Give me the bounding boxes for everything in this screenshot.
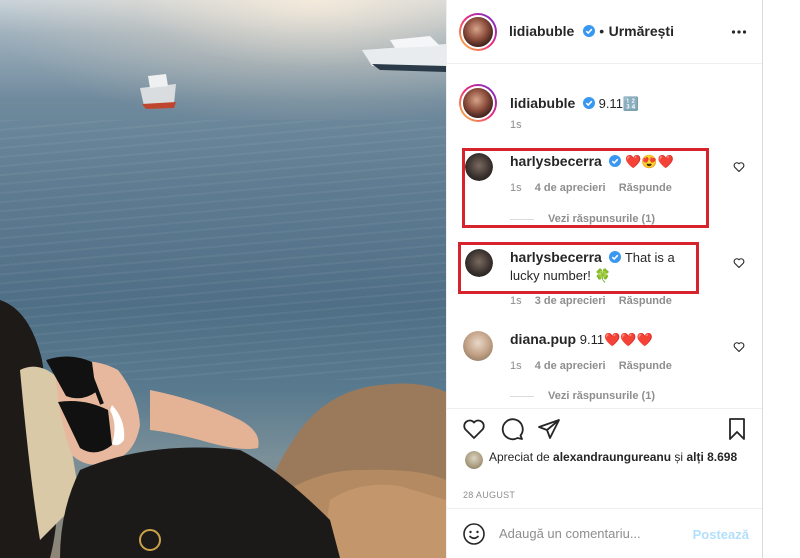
caption-avatar[interactable] bbox=[459, 84, 497, 122]
comment-likes[interactable]: 3 de aprecieri bbox=[535, 295, 606, 307]
liked-by-prefix: Apreciat de bbox=[489, 450, 550, 464]
comment-meta: 1s 3 de aprecieri Răspunde bbox=[510, 295, 672, 307]
comment-item: diana.pup 9.11❤️❤️❤️ 1s 4 de aprecieri R… bbox=[459, 327, 759, 407]
view-replies-label: Vezi răspunsurile (1) bbox=[548, 390, 655, 402]
comment-text-line: diana.pup 9.11❤️❤️❤️ bbox=[510, 330, 653, 349]
caption-username[interactable]: lidiabuble bbox=[510, 95, 575, 111]
comment-text: 9.11❤️❤️❤️ bbox=[579, 332, 653, 347]
comments-list[interactable]: lidiabuble 9.11🔢 1s harlysbecerra ❤️😍❤️ … bbox=[447, 65, 763, 407]
post-date[interactable]: 28 AUGUST bbox=[463, 490, 515, 500]
heart-icon[interactable] bbox=[733, 341, 745, 353]
smiley-icon[interactable] bbox=[462, 522, 486, 546]
add-comment-bar: Postează bbox=[447, 508, 763, 558]
verified-badge-icon bbox=[582, 25, 595, 37]
caption-text-line: lidiabuble 9.11🔢 bbox=[510, 94, 639, 113]
comment-likes[interactable]: 4 de aprecieri bbox=[535, 360, 606, 372]
caption-time[interactable]: 1s bbox=[510, 119, 522, 131]
bookmark-icon[interactable] bbox=[725, 417, 749, 441]
caption: lidiabuble 9.11🔢 1s bbox=[459, 84, 759, 144]
highlight-box bbox=[462, 148, 709, 228]
view-replies-button[interactable]: Vezi răspunsurile (1) bbox=[510, 390, 655, 402]
comment-icon[interactable] bbox=[500, 417, 524, 441]
comment-time[interactable]: 1s bbox=[510, 360, 522, 372]
liked-by-suffix: și bbox=[674, 450, 684, 464]
header-user-line: lidiabuble • Urmărești bbox=[509, 23, 674, 41]
heart-icon[interactable] bbox=[733, 257, 745, 269]
heart-icon[interactable] bbox=[733, 161, 745, 173]
more-options-icon[interactable] bbox=[731, 24, 747, 40]
highlight-box bbox=[458, 242, 699, 294]
liked-by-text: Apreciat de alexandraungureanu și alți 8… bbox=[489, 449, 749, 465]
liked-by-avatar[interactable] bbox=[465, 451, 483, 469]
reply-button[interactable]: Răspunde bbox=[619, 295, 672, 307]
page-margin bbox=[762, 0, 800, 558]
post-button[interactable]: Postează bbox=[693, 527, 749, 542]
liked-by-user[interactable]: alexandraungureanu bbox=[553, 450, 671, 464]
replies-line bbox=[510, 395, 534, 397]
following-button[interactable]: Urmărești bbox=[609, 23, 674, 39]
verified-badge-icon bbox=[582, 97, 595, 109]
photo-scene bbox=[0, 36, 446, 558]
comment-avatar[interactable] bbox=[463, 331, 493, 361]
comment-meta: 1s 4 de aprecieri Răspunde bbox=[510, 360, 672, 372]
comment-time[interactable]: 1s bbox=[510, 295, 522, 307]
avatar[interactable] bbox=[459, 13, 497, 51]
liked-by-others[interactable]: alți 8.698 bbox=[686, 450, 737, 464]
caption-text: 9.11🔢 bbox=[598, 96, 640, 111]
post-header: lidiabuble • Urmărești bbox=[447, 0, 763, 64]
post-photo[interactable] bbox=[0, 0, 446, 558]
separator-dot: • bbox=[599, 23, 605, 39]
header-username[interactable]: lidiabuble bbox=[509, 23, 574, 39]
arm bbox=[150, 390, 259, 449]
reply-button[interactable]: Răspunde bbox=[619, 360, 672, 372]
comment-input[interactable] bbox=[499, 526, 689, 541]
comment-username[interactable]: diana.pup bbox=[510, 331, 576, 347]
paper-plane-icon[interactable] bbox=[537, 417, 561, 441]
like-heart-icon[interactable] bbox=[462, 417, 486, 441]
